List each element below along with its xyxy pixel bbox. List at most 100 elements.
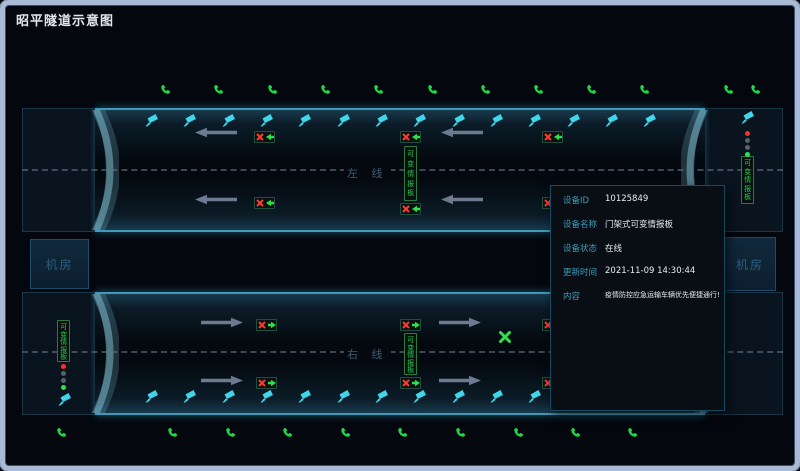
cctv-camera-icon[interactable] (605, 113, 618, 127)
roadside-vms-sign[interactable]: 可变情报板 (57, 320, 70, 362)
vms-char: 情 (407, 351, 414, 358)
emergency-phone-icon[interactable] (320, 84, 331, 95)
emergency-phone-icon[interactable] (533, 84, 544, 95)
emergency-phone-icon[interactable] (167, 427, 178, 438)
vms-char: 可 (60, 323, 67, 330)
signal-arrow-icon (412, 321, 420, 329)
lane-signal[interactable] (256, 377, 277, 389)
vms-char: 报 (744, 185, 751, 192)
gantry-vms-sign[interactable]: 可变情报板 (404, 333, 417, 375)
cctv-camera-icon[interactable] (183, 389, 196, 403)
emergency-phone-icon[interactable] (627, 427, 638, 438)
signal-dot-green (745, 152, 750, 157)
cctv-camera-icon[interactable] (222, 389, 235, 403)
vms-char: 情 (407, 170, 414, 177)
emergency-phone-icon[interactable] (723, 84, 734, 95)
signal-arrow-icon (268, 321, 276, 329)
cctv-camera-icon[interactable] (260, 389, 273, 403)
cctv-camera-icon[interactable] (490, 389, 503, 403)
lane-signal[interactable] (254, 197, 275, 209)
emergency-phone-icon[interactable] (160, 84, 171, 95)
cctv-camera-icon[interactable] (260, 113, 273, 127)
lane-direction-arrow (194, 194, 238, 205)
cctv-camera-icon[interactable] (298, 389, 311, 403)
lane-signal[interactable] (400, 377, 421, 389)
gantry-vms-sign[interactable]: 可变情报板 (404, 146, 417, 201)
equipment-room-left-label: 机房 (45, 256, 73, 273)
emergency-phone-icon[interactable] (225, 427, 236, 438)
tooltip-row-content: 内容 疫情防控应急运输车辆优先便捷通行! (551, 290, 724, 314)
signal-dot-green (61, 385, 66, 390)
lane-direction-arrow (438, 375, 482, 386)
emergency-phone-icon[interactable] (750, 84, 761, 95)
vms-char: 情 (744, 177, 751, 184)
signal-arrow-icon (554, 133, 562, 141)
emergency-phone-icon[interactable] (586, 84, 597, 95)
emergency-phone-icon[interactable] (455, 427, 466, 438)
emergency-phone-icon[interactable] (427, 84, 438, 95)
cctv-camera-icon[interactable] (375, 389, 388, 403)
lane-signal[interactable] (542, 131, 563, 143)
vms-char: 板 (407, 190, 414, 197)
equipment-room-right-label: 机房 (736, 256, 764, 273)
equipment-room-right[interactable]: 机房 (724, 237, 776, 291)
vms-char: 板 (60, 353, 67, 360)
cctv-camera-icon[interactable] (413, 113, 426, 127)
cctv-camera-icon[interactable] (528, 389, 541, 403)
emergency-phone-icon[interactable] (570, 427, 581, 438)
cctv-camera-icon[interactable] (452, 389, 465, 403)
jet-fan-icon[interactable] (499, 331, 511, 343)
cctv-camera-icon[interactable] (183, 113, 196, 127)
signal-x-icon (402, 321, 410, 329)
cctv-camera-icon[interactable] (643, 113, 656, 127)
lane-signal[interactable] (256, 319, 277, 331)
cctv-camera-icon[interactable] (452, 113, 465, 127)
cctv-camera-icon[interactable] (145, 389, 158, 403)
signal-x-icon (258, 321, 266, 329)
cctv-camera-icon[interactable] (145, 113, 158, 127)
lane-direction-arrow (440, 127, 484, 138)
line-label-left: 左 线 (344, 165, 391, 181)
equipment-room-left[interactable]: 机房 (30, 239, 89, 289)
roadside-vms-sign[interactable]: 可变情报板 (741, 156, 754, 204)
tooltip-value: 门架式可变情报板 (605, 218, 673, 230)
cctv-camera-icon[interactable] (413, 389, 426, 403)
emergency-phone-icon[interactable] (480, 84, 491, 95)
cctv-camera-icon[interactable] (337, 389, 350, 403)
cctv-camera-icon[interactable] (337, 113, 350, 127)
emergency-phone-icon[interactable] (340, 427, 351, 438)
emergency-phone-icon[interactable] (56, 427, 67, 438)
cctv-camera-icon[interactable] (375, 113, 388, 127)
lane-signal[interactable] (254, 131, 275, 143)
emergency-phone-icon[interactable] (639, 84, 650, 95)
emergency-phone-icon[interactable] (267, 84, 278, 95)
signal-dot-off (61, 371, 66, 376)
cctv-camera-icon[interactable] (490, 113, 503, 127)
emergency-phone-icon[interactable] (397, 427, 408, 438)
cctv-camera-icon[interactable] (298, 113, 311, 127)
vms-char: 报 (407, 180, 414, 187)
cctv-camera-icon[interactable] (528, 113, 541, 127)
line-label-right: 右 线 (344, 346, 391, 362)
lane-signal[interactable] (400, 203, 421, 215)
tooltip-label: 设备名称 (563, 218, 605, 230)
cctv-camera-icon[interactable] (741, 110, 754, 124)
cctv-camera-icon[interactable] (222, 113, 235, 127)
signal-x-icon (544, 133, 552, 141)
emergency-phone-icon[interactable] (373, 84, 384, 95)
signal-arrow-icon (412, 379, 420, 387)
lane-signal[interactable] (400, 319, 421, 331)
tooltip-row-device-id: 设备ID 10125849 (551, 194, 724, 218)
emergency-phone-icon[interactable] (513, 427, 524, 438)
emergency-phone-icon[interactable] (282, 427, 293, 438)
lane-signal[interactable] (400, 131, 421, 143)
emergency-phone-icon[interactable] (213, 84, 224, 95)
vms-char: 可 (407, 336, 414, 343)
cctv-camera-icon[interactable] (58, 392, 71, 406)
tooltip-label: 设备状态 (563, 242, 605, 254)
lane-direction-arrow (440, 194, 484, 205)
signal-x-icon (402, 133, 410, 141)
tooltip-value: 10125849 (605, 194, 648, 204)
signal-x-icon (258, 379, 266, 387)
cctv-camera-icon[interactable] (567, 113, 580, 127)
